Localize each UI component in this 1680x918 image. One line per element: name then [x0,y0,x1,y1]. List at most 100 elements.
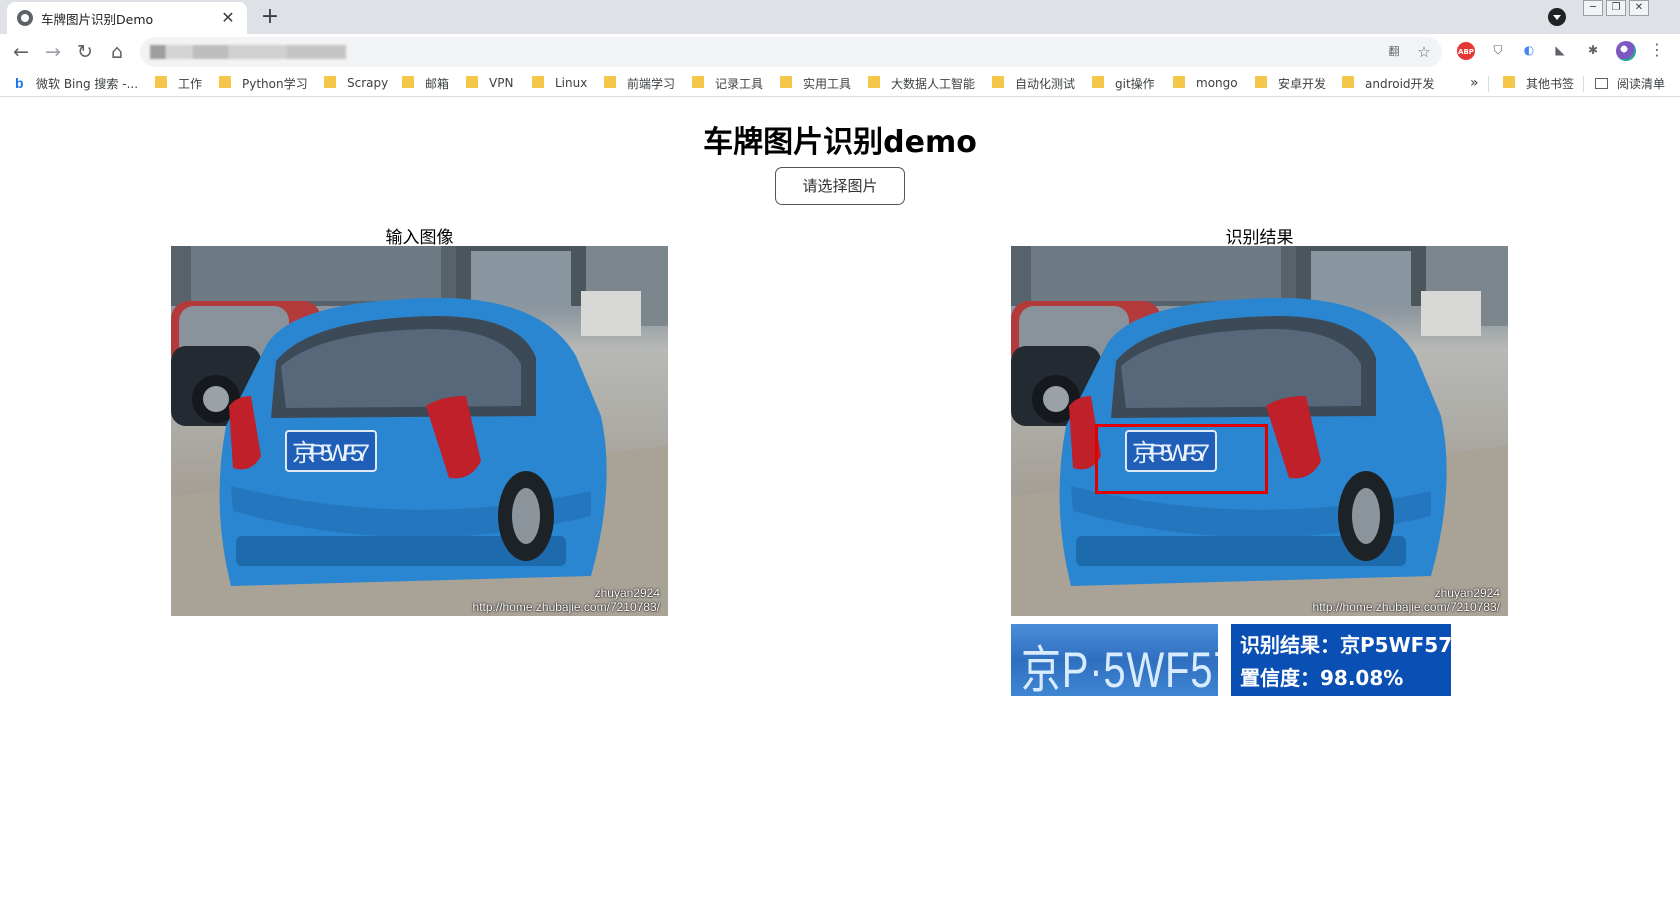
bookmarks-overflow-button[interactable]: » [1470,74,1479,92]
bookmarks-bar: b 微软 Bing 搜索 -... 工作 Python学习 Scrapy 邮箱 … [0,70,1680,97]
translate-icon[interactable]: 翻 [1384,42,1404,62]
bookmark-label: Scrapy [347,76,389,90]
menu-icon[interactable]: ⋮ [1646,40,1668,62]
tab-title: 车牌图片识别Demo [41,11,154,27]
folder-icon [1092,76,1104,88]
home-button[interactable]: ⌂ [103,38,131,66]
bookmark-star-icon[interactable]: ☆ [1414,42,1434,62]
bookmark-folder[interactable]: 安卓开发 [1255,74,1326,92]
plate-detection-box [1095,424,1268,494]
result-image-label: 识别结果 [1225,228,1294,248]
page-title: 车牌图片识别demo [703,125,977,160]
watermark-user: zhuyan2924 [1434,586,1500,600]
bookmark-label: 大数据人工智能 [891,76,976,91]
bookmark-label: 记录工具 [715,76,764,91]
blurred-url [150,45,346,59]
folder-icon [1173,76,1185,88]
bing-icon: b [15,75,24,91]
bookmark-label: 安卓开发 [1278,76,1327,91]
bookmark-label: android开发 [1365,76,1435,91]
folder-icon [692,76,704,88]
puzzle-icon[interactable]: ✱ [1582,40,1604,62]
bookmark-label: 微软 Bing 搜索 -... [36,76,139,91]
plate-crop-text: 京P·5WF57 [1021,642,1218,696]
recognition-result-panel: 识别结果：京P5WF57 置信度：98.08% [1231,624,1453,696]
profile-avatar-icon[interactable] [1616,41,1636,61]
adblock-plus-icon[interactable]: ABP [1457,42,1475,60]
close-tab-icon[interactable]: ✕ [219,9,237,27]
back-button[interactable]: ← [7,38,35,66]
bookmark-folder[interactable]: 前端学习 [604,74,675,92]
restore-button[interactable]: ❐ [1606,0,1626,16]
bookmark-folder[interactable]: VPN [466,74,513,92]
bookmark-label: git操作 [1115,76,1155,91]
bookmark-label: 其他书签 [1526,76,1575,91]
forward-button[interactable]: → [39,38,67,66]
bookmarks-divider [1488,76,1489,92]
browser-toolbar: ← → ↻ ⌂ 翻 ☆ [0,34,1680,70]
close-window-button[interactable]: ✕ [1629,0,1649,16]
bookmark-folder[interactable]: mongo [1173,74,1238,92]
folder-icon [992,76,1004,88]
bookmark-label: Linux [555,76,588,90]
minimize-button[interactable]: ─ [1583,0,1603,16]
bookmark-folder[interactable]: Python学习 [219,74,308,92]
bookmark-folder[interactable]: 大数据人工智能 [868,74,975,92]
bookmark-folder[interactable]: 邮箱 [402,74,449,92]
browser-tab[interactable]: 车牌图片识别Demo ✕ [7,2,247,34]
reading-list-label: 阅读清单 [1617,76,1666,91]
bookmark-folder[interactable]: 实用工具 [780,74,851,92]
bookmark-folder[interactable]: 工作 [155,74,202,92]
watermark-url: http://home.zhubajie.com/7210783/ [1312,600,1500,614]
watermark-user: zhuyan2924 [594,586,660,600]
shield-icon[interactable]: ⛉ [1487,40,1509,62]
tab-strip: 车牌图片识别Demo ✕ + ─ ❐ ✕ [0,0,1680,34]
bookmark-label: VPN [489,76,514,90]
folder-icon [324,76,336,88]
new-tab-button[interactable]: + [256,4,284,32]
window-controls: ─ ❐ ✕ [1583,0,1649,18]
input-image: 京P·5WF57 zhuyan2924 http://home.zhubajie… [171,246,668,616]
folder-icon [155,76,167,88]
folder-icon [780,76,792,88]
reload-button[interactable]: ↻ [71,38,99,66]
bookmark-label: 前端学习 [627,76,676,91]
folder-icon [1342,76,1354,88]
extension-icon[interactable]: ◐ [1518,40,1540,62]
folder-icon [219,76,231,88]
bookmark-folder[interactable]: android开发 [1342,74,1435,92]
address-bar[interactable]: 翻 ☆ [140,37,1442,67]
result-text: 识别结果：京P5WF57 [1240,633,1453,657]
extension-arrow-icon[interactable]: ◣ [1549,40,1571,62]
folder-icon [604,76,616,88]
globe-icon [17,10,33,26]
bookmarks-divider [1583,76,1584,92]
bookmark-label: 实用工具 [803,76,852,91]
bookmark-label: 自动化测试 [1015,76,1076,91]
choose-image-button[interactable]: 请选择图片 [775,167,905,205]
bookmark-bing[interactable]: b 微软 Bing 搜索 -... [15,74,138,92]
folder-icon [1503,76,1515,88]
plate-text: 京P·5WF57 [292,440,370,467]
bookmark-label: 邮箱 [425,76,450,91]
reading-list[interactable]: 阅读清单 [1595,74,1665,92]
bookmark-folder[interactable]: 记录工具 [692,74,763,92]
folder-icon [1255,76,1267,88]
folder-icon [532,76,544,88]
plate-crop-image: 京P·5WF57 [1011,624,1218,696]
tab-search-icon[interactable] [1548,8,1566,26]
other-bookmarks[interactable]: 其他书签 [1503,74,1574,92]
watermark-url: http://home.zhubajie.com/7210783/ [472,600,660,614]
bookmark-label: Python学习 [242,76,308,91]
confidence-text: 置信度：98.08% [1240,666,1404,690]
bookmark-label: mongo [1196,76,1238,90]
folder-icon [402,76,414,88]
bookmark-folder[interactable]: Linux [532,74,587,92]
input-image-label: 输入图像 [385,228,454,248]
bookmark-folder[interactable]: git操作 [1092,74,1155,92]
folder-icon [868,76,880,88]
bookmark-folder[interactable]: 自动化测试 [992,74,1075,92]
folder-icon [466,76,478,88]
bookmark-label: 工作 [178,76,203,91]
bookmark-folder[interactable]: Scrapy [324,74,388,92]
